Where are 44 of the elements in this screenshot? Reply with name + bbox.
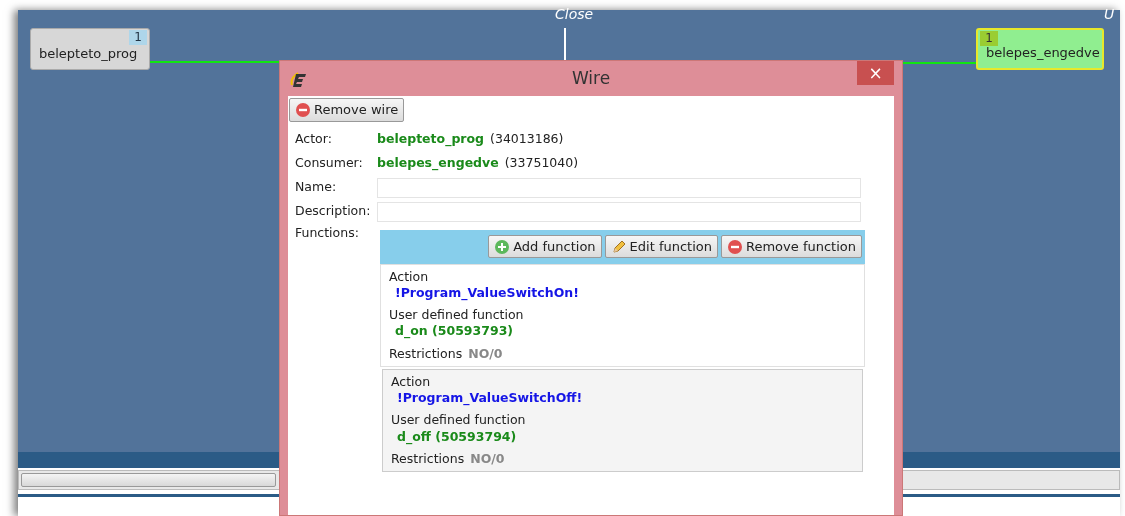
close-button[interactable]: × [857,61,894,85]
field-label: Description: [295,202,372,221]
object-id: (34013186) [490,130,564,149]
function-item[interactable]: Action !Program_ValueSwitchOff! User defined function d_off (50593794) Restrictions NO/0 [382,368,863,472]
node-label: belepes_engedve [986,43,1100,62]
function-item[interactable]: Action !Program_ValueSwitchOn! User defined function d_on (50593793) Restrictions NO/0 [380,263,865,367]
udf-label: User defined function [391,412,527,429]
field-label: Functions: [295,223,360,242]
minus-icon [727,238,743,255]
action-name: !Program_ValueSwitchOn! [395,284,580,301]
column-label: Close [555,5,594,24]
object-id: (33751040) [504,154,579,173]
toolbar-button[interactable]: Add function [488,234,602,259]
minus-icon [295,101,311,118]
restrictions-value: NO/0 [470,450,505,467]
count-badge: 1 [129,30,147,45]
restrictions-label: Restrictions [389,345,463,362]
action-label: Action [389,268,430,285]
toolbar-button[interactable]: Edit function [604,234,718,259]
udf-name: d_off (50593794) [397,428,518,445]
plus-icon [494,238,511,255]
field-label: Name: [295,178,338,197]
node-box[interactable]: belepes_engedve 1 [976,28,1104,70]
toolbar-button[interactable]: Remove function [721,234,862,259]
scrollbar-thumb[interactable] [21,473,276,487]
count-badge: 1 [980,31,998,46]
object-link[interactable]: belepes_engedve [377,154,499,173]
field-label: Consumer: [295,154,364,173]
column-label: U [1104,5,1115,24]
udf-name: d_on (50593793) [395,323,515,340]
text-field[interactable] [377,177,861,198]
field-label: Actor: [295,130,333,149]
restrictions-label: Restrictions [391,450,465,467]
udf-label: User defined function [389,307,525,324]
restrictions-value: NO/0 [468,345,503,362]
text-field[interactable] [377,201,861,222]
remove-wire-button[interactable]: Remove wire [289,98,405,122]
dialog-title: Wire [571,66,612,90]
action-name: !Program_ValueSwitchOff! [397,390,584,407]
object-link[interactable]: belepteto_prog [377,130,485,149]
pencil-icon [610,238,627,255]
node-box[interactable]: belepteto_prog 1 [30,28,150,70]
node-label: belepteto_prog [39,44,138,63]
action-label: Action [391,373,432,390]
